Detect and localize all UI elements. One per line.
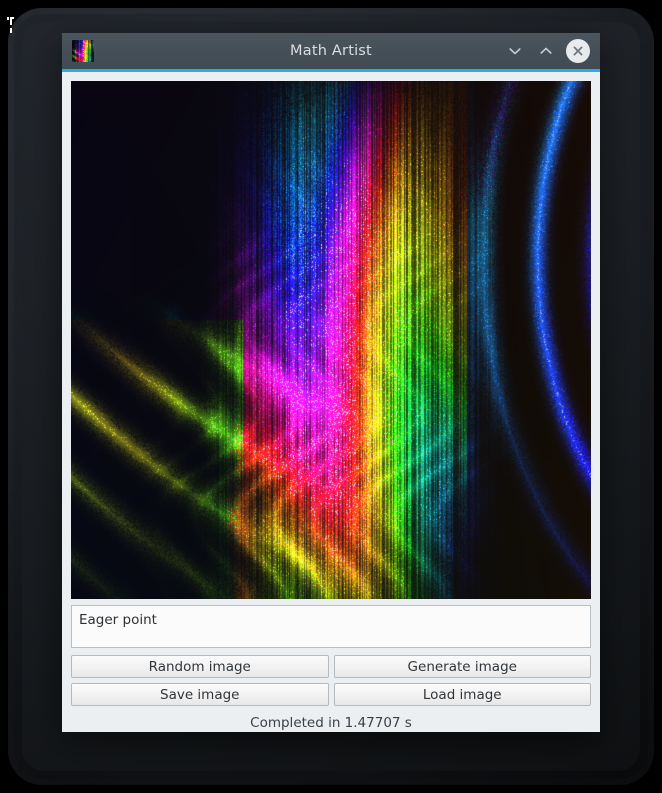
window-body: Eager point Random image Generate image … [62,72,600,732]
close-button[interactable] [566,39,590,63]
math-artist-window: Math Artist Eager point Random image Gen… [62,33,600,732]
save-image-button[interactable]: Save image [71,683,329,706]
close-icon [573,46,583,56]
app-icon-canvas [72,40,94,62]
random-image-button[interactable]: Random image [71,655,329,678]
window-controls [504,39,590,63]
minimize-button[interactable] [504,40,526,62]
generate-image-button[interactable]: Generate image [333,655,591,678]
math-art-canvas[interactable] [71,81,591,599]
window-titlebar[interactable]: Math Artist [62,33,600,72]
image-name-input[interactable]: Eager point [71,605,591,648]
load-image-button[interactable]: Load image [333,683,591,706]
fractal-thumbnail-icon [72,40,94,62]
maximize-button[interactable] [535,40,557,62]
chevron-up-icon [540,47,552,54]
action-button-grid: Random image Generate image Save image L… [71,655,591,706]
chevron-down-icon [509,48,521,55]
status-text: Completed in 1.47707 s [250,715,412,731]
